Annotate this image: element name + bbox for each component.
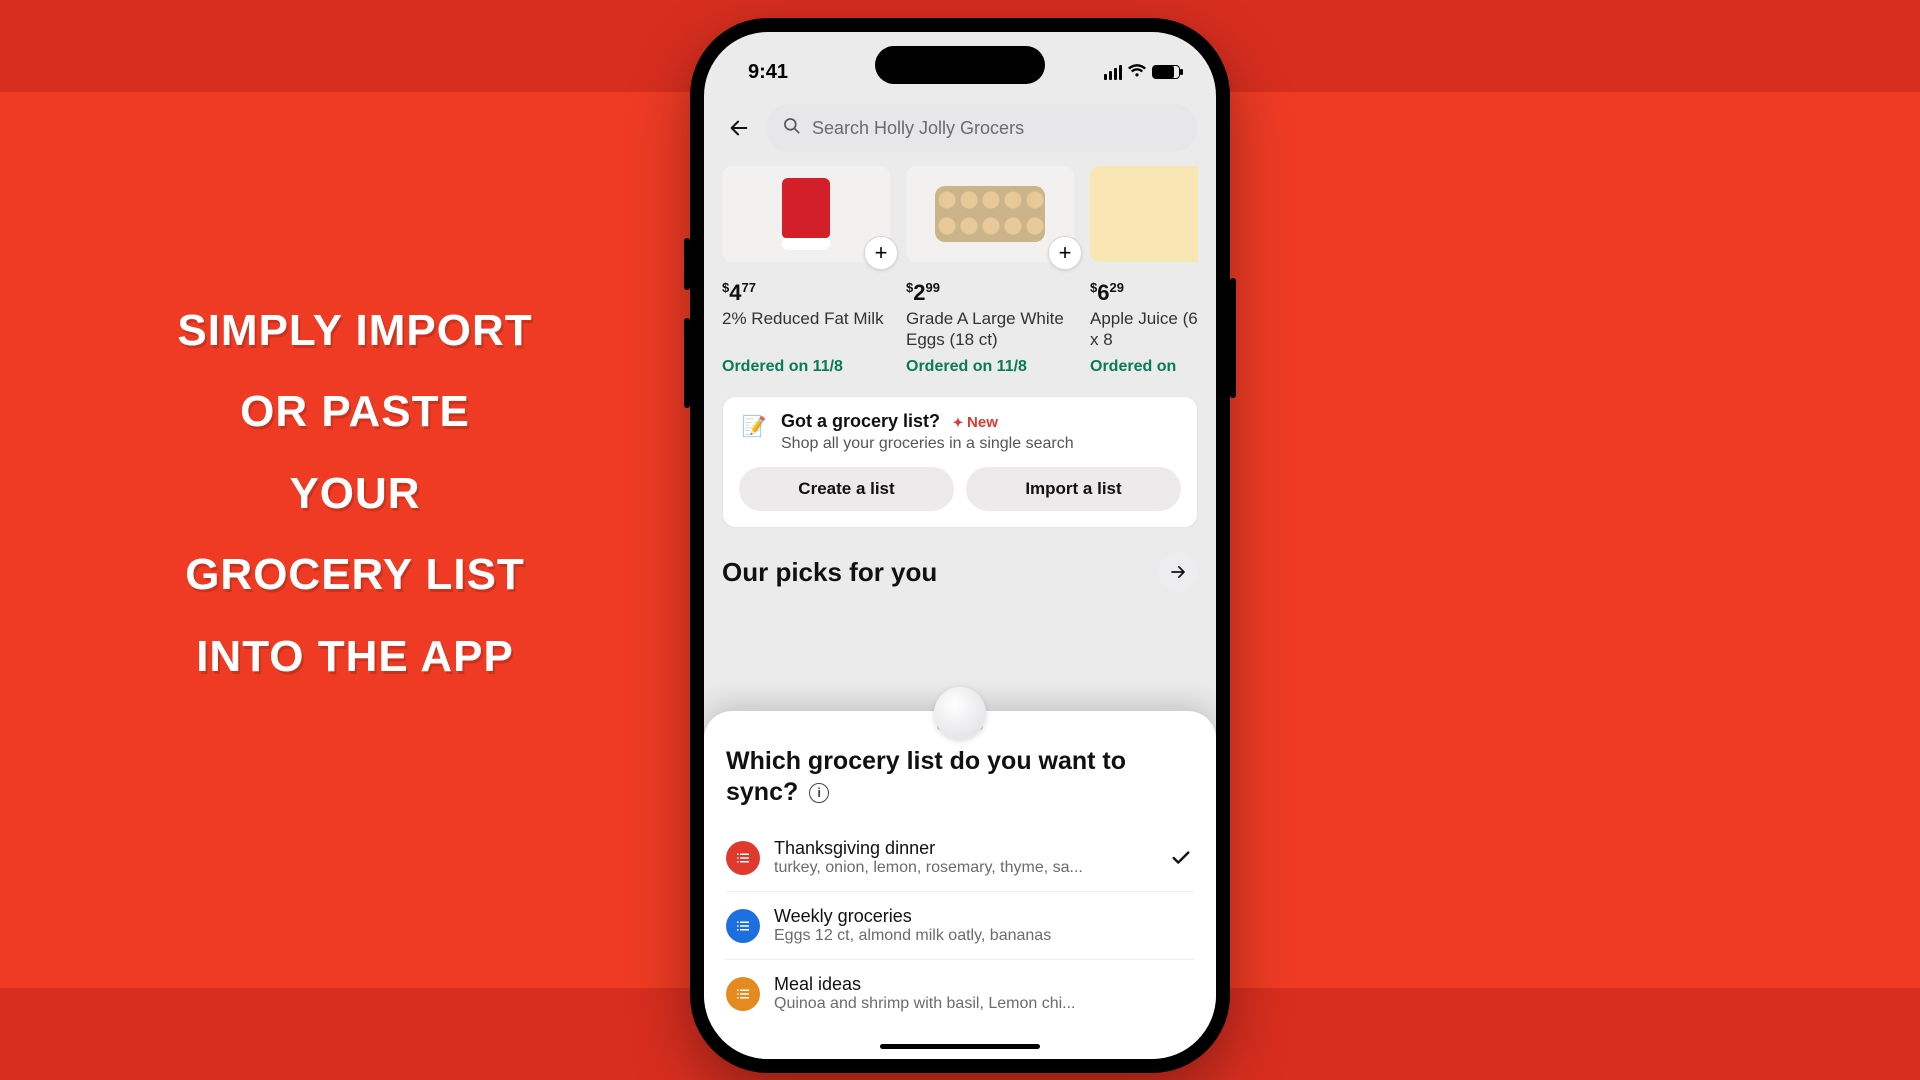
status-time: 9:41 [748, 61, 788, 84]
list-icon [726, 977, 760, 1011]
product-card[interactable]: + $299 Grade A Large White Eggs (18 ct) … [906, 166, 1074, 376]
product-ordered-label: Ordered on 11/8 [906, 358, 1074, 376]
add-to-cart-button[interactable]: + [864, 236, 898, 270]
product-price: $477 [722, 280, 890, 306]
power-button [1230, 278, 1236, 398]
phone-frame: 9:41 [690, 18, 1230, 1073]
import-list-button[interactable]: Import a list [966, 467, 1181, 511]
dynamic-island [875, 46, 1045, 84]
back-button[interactable] [722, 111, 756, 145]
product-name: 2% Reduced Fat Milk [722, 308, 890, 352]
product-thumb: + [906, 166, 1074, 262]
list-desc: Eggs 12 ct, almond milk oatly, bananas [774, 927, 1194, 945]
list-desc: turkey, onion, lemon, rosemary, thyme, s… [774, 859, 1154, 877]
product-price: $299 [906, 280, 1074, 306]
volume-down-button [684, 318, 690, 408]
battery-icon [1152, 65, 1180, 79]
new-badge: New [953, 414, 998, 431]
volume-up-button [684, 238, 690, 290]
create-list-button[interactable]: Create a list [739, 467, 954, 511]
list-name: Weekly groceries [774, 906, 1194, 927]
search-input[interactable]: Search Holly Jolly Grocers [766, 104, 1198, 152]
grocery-list-banner: 📝 Got a grocery list? New Shop all your … [722, 396, 1198, 528]
list-name: Meal ideas [774, 974, 1194, 995]
product-name: Grade A Large White Eggs (18 ct) [906, 308, 1074, 352]
picks-forward-button[interactable] [1158, 552, 1198, 592]
product-card[interactable]: $629 Apple Juice (6.75 fl oz x 8 Ordered… [1090, 166, 1198, 376]
add-to-cart-button[interactable]: + [1048, 236, 1082, 270]
banner-title: Got a grocery list? [781, 411, 940, 431]
check-icon [1168, 845, 1194, 871]
list-icon: 📝 [739, 411, 769, 441]
product-ordered-label: Ordered on 11/8 [722, 358, 890, 376]
product-thumb: + [722, 166, 890, 262]
info-icon[interactable]: i [809, 783, 829, 803]
marketing-headline: SIMPLY IMPORTOR PASTEYOURGROCERY LISTINT… [140, 290, 570, 697]
search-icon [782, 116, 802, 141]
list-icon [726, 909, 760, 943]
picks-heading: Our picks for you [722, 557, 937, 588]
phone-screen: 9:41 [704, 32, 1216, 1059]
wifi-icon [1128, 61, 1146, 84]
product-price: $629 [1090, 280, 1198, 306]
list-option[interactable]: Weekly groceries Eggs 12 ct, almond milk… [726, 892, 1194, 960]
product-card[interactable]: + $477 2% Reduced Fat Milk Ordered on 11… [722, 166, 890, 376]
signal-icon [1104, 65, 1122, 80]
sheet-title: Which grocery list do you want to sync? [726, 747, 1126, 806]
product-thumb [1090, 166, 1198, 262]
list-option[interactable]: Thanksgiving dinner turkey, onion, lemon… [726, 824, 1194, 892]
list-option[interactable]: Meal ideas Quinoa and shrimp with basil,… [726, 960, 1194, 1027]
search-placeholder: Search Holly Jolly Grocers [812, 118, 1024, 139]
product-carousel[interactable]: + $477 2% Reduced Fat Milk Ordered on 11… [722, 166, 1198, 376]
list-desc: Quinoa and shrimp with basil, Lemon chi.… [774, 995, 1194, 1013]
touch-indicator [934, 687, 986, 739]
product-name: Apple Juice (6.75 fl oz x 8 [1090, 308, 1198, 352]
banner-subtitle: Shop all your groceries in a single sear… [781, 435, 1074, 453]
sync-list-sheet: Which grocery list do you want to sync? … [704, 711, 1216, 1060]
home-indicator[interactable] [880, 1044, 1040, 1049]
list-icon [726, 841, 760, 875]
product-ordered-label: Ordered on [1090, 358, 1198, 376]
list-name: Thanksgiving dinner [774, 838, 1154, 859]
